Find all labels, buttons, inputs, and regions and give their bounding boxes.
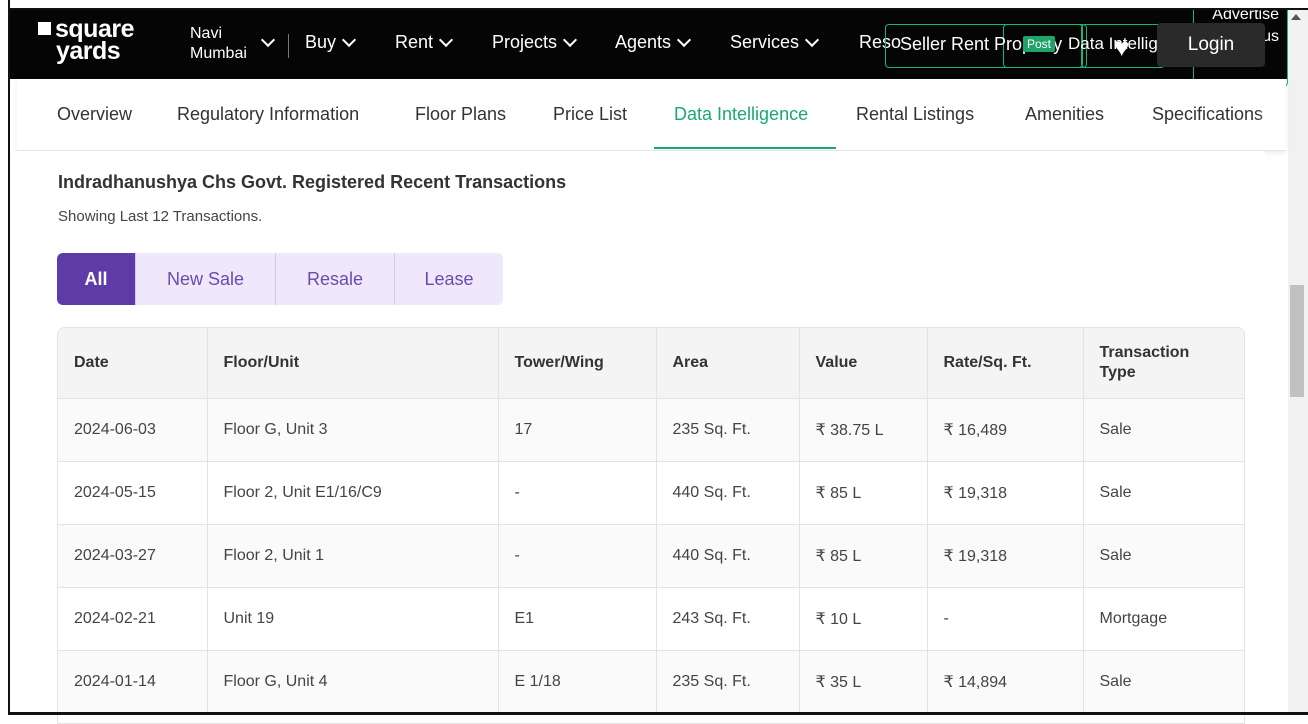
- nav-rent-label: Rent: [395, 32, 434, 52]
- cell-transaction-type: Sale: [1083, 524, 1244, 588]
- section-tab-bar: Overview Regulatory Information Floor Pl…: [17, 79, 1286, 151]
- cell-floor-unit: Floor G, Unit 3: [207, 398, 499, 462]
- section-title: Indradhanushya Chs Govt. Registered Rece…: [58, 172, 567, 192]
- section-subtitle: Showing Last 12 Transactions.: [58, 208, 263, 225]
- tab-data-intelligence[interactable]: Data Intelligence: [674, 104, 808, 125]
- chevron-down-icon: [438, 32, 454, 48]
- city-name-line1: Navi: [190, 25, 223, 42]
- active-tab-indicator: [654, 147, 836, 149]
- cell-area: 235 Sq. Ft.: [656, 650, 800, 713]
- cell-value: ₹ 38.75 L: [799, 398, 928, 462]
- cell-rate: -: [927, 587, 1084, 651]
- column-header-floor-unit: Floor/Unit: [207, 328, 499, 399]
- cell-transaction-type: Sale: [1083, 398, 1244, 462]
- cell-tower-wing: -: [498, 461, 657, 525]
- cell-date: 2024-05-15: [58, 461, 208, 525]
- cell-date: 2024-02-21: [58, 587, 208, 651]
- tab-overview[interactable]: Overview: [57, 104, 132, 125]
- cell-rate: ₹ 16,489: [927, 398, 1084, 462]
- heart-icon[interactable]: ♥: [1114, 34, 1129, 60]
- column-header-transaction-type: Transaction Type: [1083, 328, 1244, 399]
- cell-area: 235 Sq. Ft.: [656, 398, 800, 462]
- table-row: 2024-02-21 Unit 19 E1 243 Sq. Ft. ₹ 10 L…: [58, 587, 1244, 651]
- cell-floor-unit: Floor G, Unit 4: [207, 650, 499, 713]
- nav-projects[interactable]: Projects: [492, 32, 578, 53]
- chevron-down-icon: [260, 32, 276, 48]
- nav-divider: [288, 34, 289, 58]
- filter-all[interactable]: All: [57, 253, 136, 305]
- logo-text-line2: yards: [56, 37, 121, 65]
- tab-specifications[interactable]: Specifications: [1152, 104, 1263, 125]
- column-header-area: Area: [656, 328, 800, 399]
- filter-resale[interactable]: Resale: [276, 253, 395, 305]
- scroll-up-arrow-icon[interactable]: [1291, 14, 1301, 20]
- tab-amenities[interactable]: Amenities: [1025, 104, 1104, 125]
- nav-projects-label: Projects: [492, 32, 558, 52]
- nav-rent[interactable]: Rent: [395, 32, 454, 53]
- column-header-date: Date: [58, 328, 208, 399]
- nav-services[interactable]: Services: [730, 32, 820, 53]
- cell-transaction-type: Sale: [1083, 461, 1244, 525]
- scrollbar-thumb[interactable]: [1290, 285, 1304, 397]
- table-row: 2024-03-27 Floor 2, Unit 1 - 440 Sq. Ft.…: [58, 524, 1244, 588]
- cell-value: ₹ 85 L: [799, 524, 928, 588]
- table-row: 2024-06-03 Floor G, Unit 3 17 235 Sq. Ft…: [58, 398, 1244, 462]
- tab-overflow-fade: [1256, 79, 1286, 149]
- chevron-down-icon: [676, 32, 692, 48]
- cell-floor-unit: Floor 2, Unit 1: [207, 524, 499, 588]
- tab-floor-plans[interactable]: Floor Plans: [415, 104, 506, 125]
- nav-agents[interactable]: Agents: [615, 32, 692, 53]
- table-header-row: Date Floor/Unit Tower/Wing Area Value Ra…: [58, 328, 1244, 399]
- post-badge: Post: [1023, 36, 1056, 52]
- login-button[interactable]: Login: [1157, 23, 1265, 67]
- cell-transaction-type: Sale: [1083, 650, 1244, 713]
- nav-services-label: Services: [730, 32, 800, 52]
- cell-floor-unit: Floor 2, Unit E1/16/C9: [207, 461, 499, 525]
- cell-area: 243 Sq. Ft.: [656, 587, 800, 651]
- cell-date: 2024-01-14: [58, 650, 208, 713]
- cell-tower-wing: -: [498, 524, 657, 588]
- chevron-down-icon: [562, 32, 578, 48]
- cell-value: ₹ 85 L: [799, 461, 928, 525]
- square-yards-logo[interactable]: square yards: [38, 17, 134, 65]
- cell-value: ₹ 35 L: [799, 650, 928, 713]
- cell-tower-wing: E 1/18: [498, 650, 657, 713]
- logo-square-icon: [38, 22, 51, 35]
- cell-floor-unit: Unit 19: [207, 587, 499, 651]
- cell-rate: ₹ 19,318: [927, 461, 1084, 525]
- transaction-filter-group: All New Sale Resale Lease: [57, 253, 503, 305]
- city-selector[interactable]: Navi Mumbai: [190, 24, 247, 64]
- window-frame-left: [8, 0, 10, 715]
- tab-rental-listings[interactable]: Rental Listings: [856, 104, 974, 125]
- cell-area: 440 Sq. Ft.: [656, 524, 800, 588]
- tab-price-list[interactable]: Price List: [553, 104, 627, 125]
- nav-buy[interactable]: Buy: [305, 32, 357, 53]
- cell-tower-wing: E1: [498, 587, 657, 651]
- chevron-down-icon: [804, 32, 820, 48]
- table-row: 2024-05-15 Floor 2, Unit E1/16/C9 - 440 …: [58, 461, 1244, 525]
- cell-rate: ₹ 14,894: [927, 650, 1084, 713]
- cell-rate: ₹ 19,318: [927, 524, 1084, 588]
- column-header-rate: Rate/Sq. Ft.: [927, 328, 1084, 399]
- filter-lease[interactable]: Lease: [395, 253, 503, 305]
- cell-area: 440 Sq. Ft.: [656, 461, 800, 525]
- cell-value: ₹ 10 L: [799, 587, 928, 651]
- transactions-table: Date Floor/Unit Tower/Wing Area Value Ra…: [57, 327, 1245, 724]
- column-header-tower-wing: Tower/Wing: [498, 328, 657, 399]
- nav-agents-label: Agents: [615, 32, 672, 52]
- cell-tower-wing: 17: [498, 398, 657, 462]
- filter-new-sale[interactable]: New Sale: [136, 253, 276, 305]
- cell-date: 2024-06-03: [58, 398, 208, 462]
- nav-buy-label: Buy: [305, 32, 337, 52]
- top-navigation-bar: square yards Navi Mumbai Buy Rent Projec…: [10, 10, 1288, 88]
- chevron-down-icon: [341, 32, 357, 48]
- tab-regulatory-information[interactable]: Regulatory Information: [177, 104, 359, 125]
- cell-transaction-type: Mortgage: [1083, 587, 1244, 651]
- table-row: 2024-01-14 Floor G, Unit 4 E 1/18 235 Sq…: [58, 650, 1244, 713]
- city-name-line2: Mumbai: [190, 45, 247, 62]
- cell-date: 2024-03-27: [58, 524, 208, 588]
- column-header-value: Value: [799, 328, 928, 399]
